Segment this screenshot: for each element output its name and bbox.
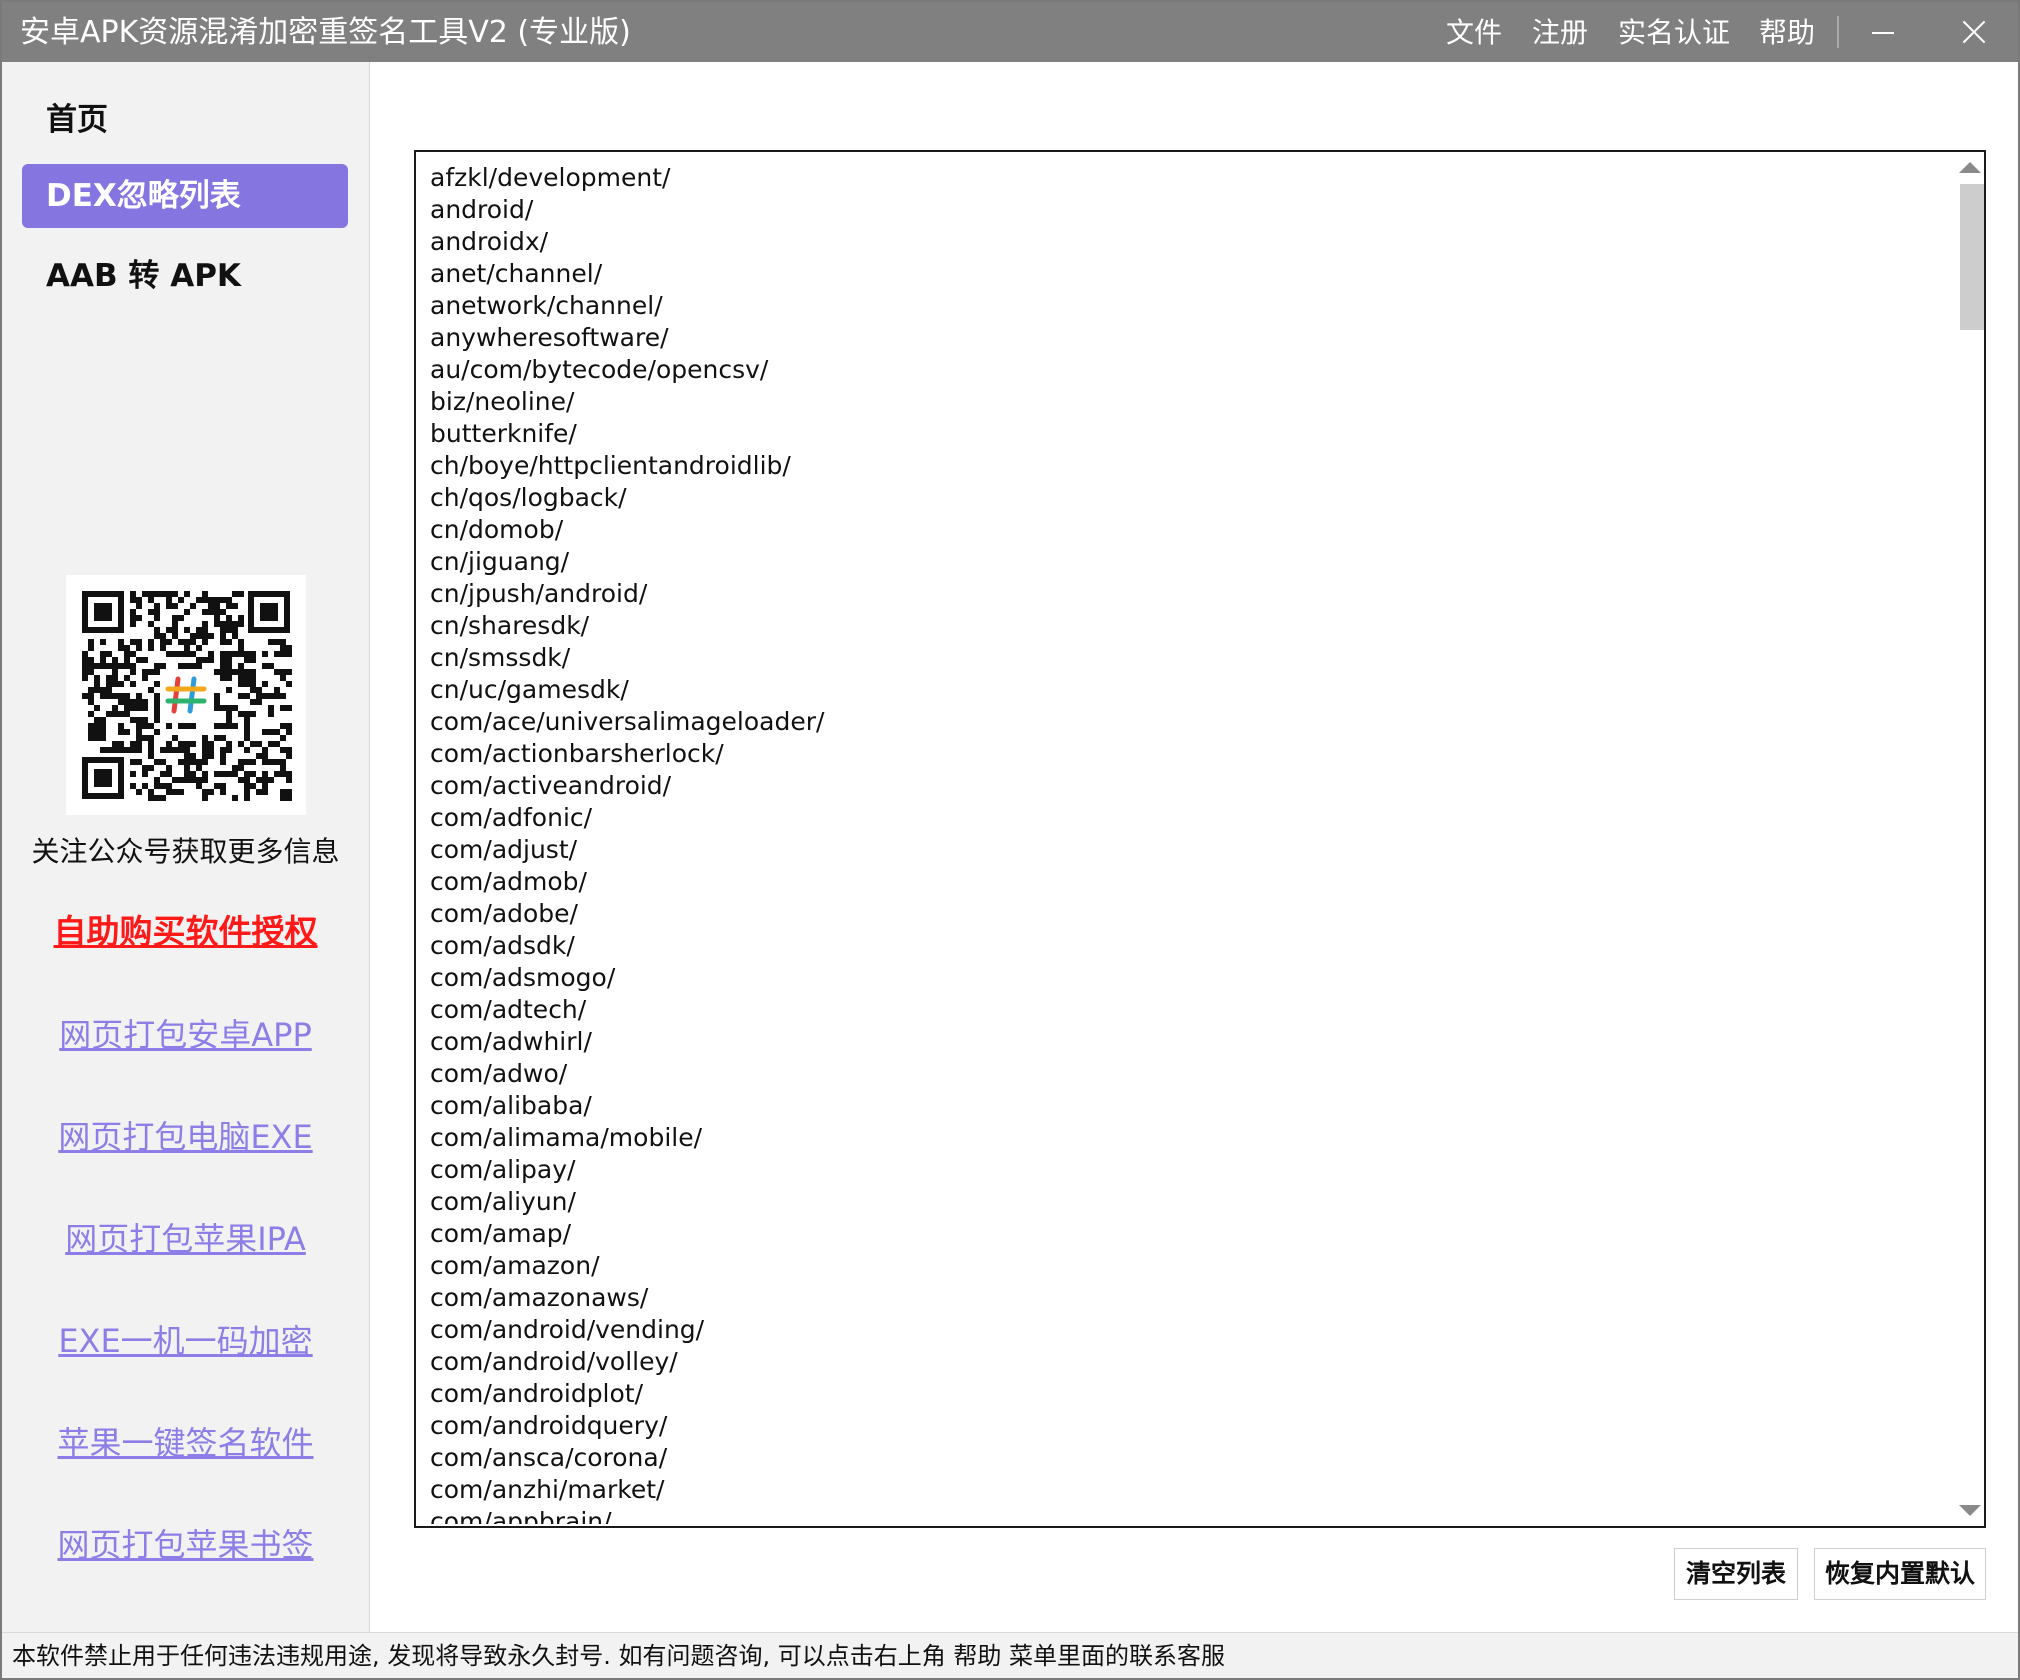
status-bar: 本软件禁止用于任何违法违规用途, 发现将导致永久封号. 如有问题咨询, 可以点击… [2,1632,2018,1678]
list-item[interactable]: androidx/ [430,226,1930,258]
list-item[interactable]: com/alibaba/ [430,1090,1930,1122]
window-title: 安卓APK资源混淆加密重签名工具V2 (专业版) [20,15,631,50]
scroll-thumb[interactable] [1960,184,1984,330]
list-item[interactable]: com/android/volley/ [430,1346,1930,1378]
list-item[interactable]: cn/smssdk/ [430,642,1930,674]
list-item[interactable]: afzkl/development/ [430,162,1930,194]
restore-defaults-button[interactable]: 恢复内置默认 [1814,1548,1986,1600]
list-item[interactable]: com/amazonaws/ [430,1282,1930,1314]
ignore-list-items: afzkl/development/android/androidx/anet/… [430,162,1930,1524]
list-item[interactable]: com/adfonic/ [430,802,1930,834]
list-item[interactable]: com/ace/universalimageloader/ [430,706,1930,738]
link-exe-machine-code[interactable]: EXE一机一码加密 [2,1318,369,1364]
link-web-pack-bookmark[interactable]: 网页打包苹果书签 [2,1522,369,1568]
menu-file[interactable]: 文件 [1446,11,1502,55]
nav-item-home[interactable]: 首页 [22,88,348,152]
clear-list-button[interactable]: 清空列表 [1674,1548,1798,1600]
list-item[interactable]: com/adobe/ [430,898,1930,930]
list-item[interactable]: android/ [430,194,1930,226]
list-item[interactable]: cn/sharesdk/ [430,610,1930,642]
scroll-up-arrow-icon[interactable] [1959,162,1981,173]
list-item[interactable]: com/adjust/ [430,834,1930,866]
list-item[interactable]: au/com/bytecode/opencsv/ [430,354,1930,386]
list-item[interactable]: com/aliyun/ [430,1186,1930,1218]
list-item[interactable]: com/adtech/ [430,994,1930,1026]
list-item[interactable]: com/activeandroid/ [430,770,1930,802]
list-item[interactable]: ch/qos/logback/ [430,482,1930,514]
list-item[interactable]: com/appbrain/ [430,1506,1930,1524]
scroll-down-arrow-icon[interactable] [1959,1505,1981,1516]
close-button[interactable] [1944,2,2004,62]
list-item[interactable]: anywheresoftware/ [430,322,1930,354]
list-item[interactable]: com/adsmogo/ [430,962,1930,994]
list-item[interactable]: com/anzhi/market/ [430,1474,1930,1506]
list-item[interactable]: butterknife/ [430,418,1930,450]
link-web-pack-android[interactable]: 网页打包安卓APP [2,1012,369,1058]
link-web-pack-ipa[interactable]: 网页打包苹果IPA [2,1216,369,1262]
list-item[interactable]: cn/jiguang/ [430,546,1930,578]
nav-item-aab-to-apk[interactable]: AAB 转 APK [22,244,348,308]
buy-license-link[interactable]: 自助购买软件授权 [2,909,369,955]
sidebar: 首页 DEX忽略列表 AAB 转 APK 关注公众号获取更多信息 自助购买软件授… [2,62,370,1632]
list-item[interactable]: cn/domob/ [430,514,1930,546]
qr-code [66,575,306,815]
list-item[interactable]: cn/uc/gamesdk/ [430,674,1930,706]
list-item[interactable]: anetwork/channel/ [430,290,1930,322]
list-item[interactable]: com/adsdk/ [430,930,1930,962]
list-item[interactable]: com/ansca/corona/ [430,1442,1930,1474]
list-item[interactable]: com/adwhirl/ [430,1026,1930,1058]
link-web-pack-exe[interactable]: 网页打包电脑EXE [2,1114,369,1160]
list-item[interactable]: biz/neoline/ [430,386,1930,418]
list-item[interactable]: com/amazon/ [430,1250,1930,1282]
list-item[interactable]: com/alimama/mobile/ [430,1122,1930,1154]
title-bar: 安卓APK资源混淆加密重签名工具V2 (专业版) 文件 注册 实名认证 帮助 [2,2,2018,62]
menu-register[interactable]: 注册 [1532,11,1588,55]
link-apple-sign[interactable]: 苹果一键签名软件 [2,1420,369,1466]
menu-separator [1837,16,1839,48]
list-item[interactable]: ch/boye/httpclientandroidlib/ [430,450,1930,482]
list-item[interactable]: com/actionbarsherlock/ [430,738,1930,770]
list-item[interactable]: com/androidquery/ [430,1410,1930,1442]
list-item[interactable]: com/adwo/ [430,1058,1930,1090]
dex-ignore-listbox[interactable]: afzkl/development/android/androidx/anet/… [414,150,1986,1528]
app-window: 安卓APK资源混淆加密重签名工具V2 (专业版) 文件 注册 实名认证 帮助 首… [0,0,2020,1680]
list-item[interactable]: cn/jpush/android/ [430,578,1930,610]
follow-text: 关注公众号获取更多信息 [31,835,340,868]
list-item[interactable]: com/admob/ [430,866,1930,898]
list-item[interactable]: com/amap/ [430,1218,1930,1250]
list-item[interactable]: anet/channel/ [430,258,1930,290]
qr-code-graphic [66,575,306,815]
nav-item-dex-ignore-list[interactable]: DEX忽略列表 [22,164,348,228]
minimize-icon [1872,32,1894,34]
list-item[interactable]: com/androidplot/ [430,1378,1930,1410]
list-item[interactable]: com/alipay/ [430,1154,1930,1186]
menu-realname[interactable]: 实名认证 [1618,11,1730,55]
minimize-button[interactable] [1854,2,1914,62]
list-item[interactable]: com/android/vending/ [430,1314,1930,1346]
vertical-scrollbar[interactable] [1954,152,1984,1526]
menu-help[interactable]: 帮助 [1759,11,1815,55]
